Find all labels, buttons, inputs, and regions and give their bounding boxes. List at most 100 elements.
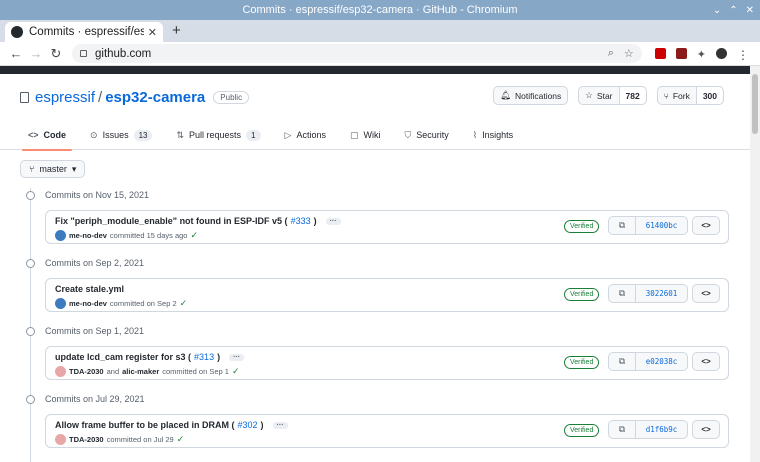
profile-avatar-icon[interactable] xyxy=(716,48,727,59)
commit-sha-link[interactable]: e02038c xyxy=(635,352,688,371)
notifications-button[interactable]: 🔔︎ Notifications xyxy=(493,86,569,105)
coauthor-conjunction: and xyxy=(106,367,120,376)
branch-selector[interactable]: ⑂ master ▾ xyxy=(20,160,86,178)
commit-dot-icon xyxy=(26,394,35,404)
copy-sha-button[interactable]: ⧉ xyxy=(608,352,636,371)
author-link[interactable]: TDA-2030 xyxy=(69,435,104,444)
fork-count[interactable]: 300 xyxy=(695,87,723,104)
new-tab-icon[interactable]: + xyxy=(172,22,181,39)
zoom-search-icon[interactable]: ⌕ xyxy=(608,47,614,60)
verified-badge[interactable]: Verified xyxy=(564,220,600,233)
expand-message-button[interactable]: ··· xyxy=(229,353,245,361)
tab-actions[interactable]: ▷ Actions xyxy=(285,120,326,150)
extension-icon[interactable] xyxy=(654,48,666,59)
tab-insights[interactable]: ⌇ Insights xyxy=(473,120,513,150)
coauthor-link[interactable]: alic-maker xyxy=(122,367,159,376)
fork-label: Fork xyxy=(672,90,690,101)
star-count[interactable]: 782 xyxy=(618,87,646,104)
fork-icon: ⑂ xyxy=(663,90,669,101)
bookmark-star-icon[interactable]: ☆ xyxy=(624,47,634,60)
author-avatar[interactable] xyxy=(55,230,66,241)
copy-icon: ⧉ xyxy=(618,220,626,230)
repo-slash: / xyxy=(98,88,103,106)
tab-wiki[interactable]: ▢ Wiki xyxy=(350,120,381,150)
book-icon: ▢ xyxy=(349,129,359,140)
window-title: Commits · espressif/esp32-camera · GitHu… xyxy=(242,4,518,16)
code-icon: <> xyxy=(701,357,711,366)
commit-timeline xyxy=(30,188,31,462)
author-avatar[interactable] xyxy=(55,366,66,377)
pr-link[interactable]: #333 xyxy=(291,216,311,226)
verified-badge[interactable]: Verified xyxy=(564,424,600,437)
author-avatar[interactable] xyxy=(55,298,66,309)
tab-issues[interactable]: ⊙ Issues 13 xyxy=(90,120,153,150)
repo-owner-link[interactable]: espressif xyxy=(35,89,95,106)
notifications-label: Notifications xyxy=(514,90,562,101)
browse-repo-button[interactable]: <> xyxy=(692,284,720,303)
commit-message-link[interactable]: Fix "periph_module_enable" not found in … xyxy=(55,216,288,226)
commit-card: Allow frame buffer to be placed in DRAM … xyxy=(45,414,729,448)
author-link[interactable]: me-no-dev xyxy=(69,231,107,240)
minimize-icon[interactable]: ⌄ xyxy=(713,5,721,16)
maximize-icon[interactable]: ⌃ xyxy=(729,5,737,16)
scrollbar-thumb[interactable] xyxy=(752,74,758,134)
tab-pull-requests[interactable]: ⇅ Pull requests 1 xyxy=(176,120,261,150)
close-window-icon[interactable]: ✕ xyxy=(746,5,754,16)
page-scrollbar[interactable] xyxy=(750,66,760,462)
ublock-extension-icon[interactable] xyxy=(675,48,687,59)
group-date-text: Commits on Sep 1, 2021 xyxy=(45,326,145,336)
author-link[interactable]: TDA-2030 xyxy=(69,367,104,376)
author-link[interactable]: me-no-dev xyxy=(69,299,107,308)
commit-message-link[interactable]: update lcd_cam register for s3 ( xyxy=(55,352,191,362)
pr-link[interactable]: #302 xyxy=(238,420,258,430)
commit-message-link[interactable]: Create stale.yml xyxy=(55,284,124,294)
commit-group-date: Commits on Jul 29, 2021 xyxy=(26,394,145,404)
check-icon[interactable]: ✓ xyxy=(180,298,188,309)
tab-count-badge: 13 xyxy=(133,129,153,141)
fork-button[interactable]: ⑂ Fork 300 xyxy=(656,86,724,105)
back-arrow-icon[interactable]: ← xyxy=(6,46,26,61)
github-header xyxy=(0,66,750,74)
copy-sha-button[interactable]: ⧉ xyxy=(608,216,636,235)
browse-repo-button[interactable]: <> xyxy=(692,420,720,439)
browser-tab-title: Commits · espressif/esp32-c xyxy=(29,26,144,38)
commit-sha-link[interactable]: 3022601 xyxy=(635,284,688,303)
tab-close-icon[interactable]: ✕ xyxy=(148,26,157,39)
browser-tab[interactable]: Commits · espressif/esp32-c ✕ xyxy=(5,22,163,42)
copy-sha-button[interactable]: ⧉ xyxy=(608,284,636,303)
graph-icon: ⌇ xyxy=(472,129,478,140)
tab-code[interactable]: <> Code xyxy=(21,120,73,151)
reload-icon[interactable]: ↻ xyxy=(46,46,66,62)
browser-menu-icon[interactable]: ⋮ xyxy=(737,48,749,62)
repo-name-link[interactable]: esp32-camera xyxy=(105,89,205,106)
address-bar[interactable]: github.com ⌕ ☆ xyxy=(72,44,642,63)
github-favicon-icon xyxy=(11,26,23,38)
check-icon[interactable]: ✓ xyxy=(232,366,240,377)
extensions-puzzle-icon[interactable]: ✦ xyxy=(697,48,706,61)
code-icon: <> xyxy=(701,425,711,434)
verified-badge[interactable]: Verified xyxy=(564,288,600,301)
check-icon[interactable]: ✓ xyxy=(190,230,198,241)
pr-link[interactable]: #313 xyxy=(194,352,214,362)
page-content: espressif / esp32-camera Public 🔔︎ Notifi… xyxy=(0,66,750,462)
commit-message-link[interactable]: Allow frame buffer to be placed in DRAM … xyxy=(55,420,235,430)
copy-sha-button[interactable]: ⧉ xyxy=(608,420,636,439)
commit-group-date: Commits on Sep 2, 2021 xyxy=(26,258,144,268)
browse-repo-button[interactable]: <> xyxy=(692,352,720,371)
repo-tabs: <> Code ⊙ Issues 13 ⇅ Pull requests 1 ▷ … xyxy=(0,120,750,151)
commit-sha-link[interactable]: 61400bc xyxy=(635,216,688,235)
forward-arrow-icon[interactable]: → xyxy=(26,46,46,61)
verified-badge[interactable]: Verified xyxy=(564,356,600,369)
visibility-badge: Public xyxy=(213,90,250,104)
star-button[interactable]: ☆ Star 782 xyxy=(578,86,647,105)
expand-message-button[interactable]: ··· xyxy=(272,421,288,429)
window-titlebar: Commits · espressif/esp32-camera · GitHu… xyxy=(0,0,760,20)
commit-sha-link[interactable]: d1f6b9c xyxy=(635,420,688,439)
author-avatar[interactable] xyxy=(55,434,66,445)
check-icon[interactable]: ✓ xyxy=(177,434,185,445)
browse-repo-button[interactable]: <> xyxy=(692,216,720,235)
tab-security[interactable]: ⛉ Security xyxy=(404,120,448,150)
browser-tabbar: Commits · espressif/esp32-c ✕ + xyxy=(0,20,760,42)
commit-card: Create stale.yml me-no-dev committed on … xyxy=(45,278,729,312)
expand-message-button[interactable]: ··· xyxy=(325,217,341,225)
